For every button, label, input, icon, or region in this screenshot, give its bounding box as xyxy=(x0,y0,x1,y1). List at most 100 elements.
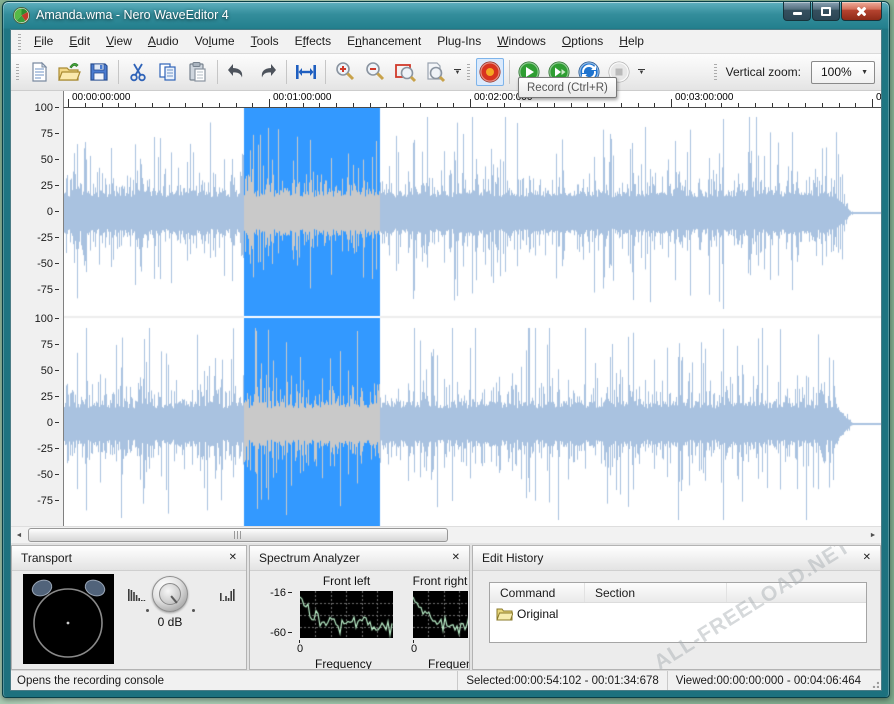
ruler-label: 00:01:00:000 xyxy=(273,92,331,103)
jog-wheel-icon xyxy=(23,574,114,664)
save-button[interactable] xyxy=(85,58,113,86)
folder-icon xyxy=(496,607,513,621)
scale-label: -75 xyxy=(37,284,59,296)
vertical-zoom-value: 100% xyxy=(821,65,852,79)
toolbar-separator xyxy=(217,60,218,84)
menu-gripper[interactable] xyxy=(18,34,21,50)
menu-edit[interactable]: Edit xyxy=(61,31,98,52)
scale-label: 25 xyxy=(41,391,59,403)
zoom-document-button[interactable] xyxy=(421,58,449,86)
undo-button[interactable] xyxy=(223,58,251,86)
history-column-command[interactable]: Command xyxy=(490,583,585,602)
menu-view[interactable]: View xyxy=(98,31,140,52)
record-button[interactable] xyxy=(476,58,504,86)
zoom-selection-button[interactable] xyxy=(391,58,419,86)
title-bar[interactable]: Amanda.wma - Nero WaveEditor 4 xyxy=(3,2,889,29)
spectrum-channel-label-right: Front right xyxy=(407,574,470,588)
ruler-tick xyxy=(102,103,103,107)
paste-icon xyxy=(187,61,209,83)
menu-tools[interactable]: Tools xyxy=(243,31,287,52)
copy-button[interactable] xyxy=(154,58,182,86)
toolbar-separator xyxy=(286,60,287,84)
history-close-button[interactable]: ✕ xyxy=(863,553,871,563)
status-bar: Opens the recording console Selected:00:… xyxy=(11,670,881,690)
zoom-in-button[interactable] xyxy=(331,58,359,86)
transport-overflow-button[interactable]: ▼ xyxy=(634,58,649,86)
spectrum-chart-front-right xyxy=(413,591,468,638)
edit-history-panel: Edit History ✕ Command Section Original xyxy=(472,545,881,670)
horizontal-scrollbar[interactable]: ◄ ► xyxy=(11,526,881,543)
menu-windows[interactable]: Windows xyxy=(489,31,554,52)
menu-bar: FileEditViewAudioVolumeToolsEffectsEnhan… xyxy=(11,30,881,54)
ruler-tick xyxy=(654,103,655,107)
spectrum-ytick-top: -16 xyxy=(266,587,292,599)
menu-volume[interactable]: Volume xyxy=(187,31,243,52)
ruler-tick xyxy=(571,103,572,107)
spectrum-close-button[interactable]: ✕ xyxy=(452,553,460,563)
menu-help[interactable]: Help xyxy=(611,31,652,52)
menu-enhancement[interactable]: Enhancement xyxy=(339,31,429,52)
menu-options[interactable]: Options xyxy=(554,31,611,52)
minimize-button[interactable] xyxy=(783,2,811,21)
close-button[interactable] xyxy=(841,2,882,21)
menu-file[interactable]: File xyxy=(26,31,61,52)
cut-button[interactable] xyxy=(124,58,152,86)
history-table-header: Command Section xyxy=(490,583,866,603)
menu-effects[interactable]: Effects xyxy=(287,31,339,52)
history-panel-titlebar[interactable]: Edit History ✕ xyxy=(473,546,880,571)
maximize-icon xyxy=(821,7,831,16)
transport-panel-titlebar[interactable]: Transport ✕ xyxy=(12,546,246,571)
new-file-button[interactable] xyxy=(25,58,53,86)
resize-grip[interactable] xyxy=(869,671,881,690)
spectrum-panel-body: Front left Front right -16 -60 0 0 Frequ… xyxy=(250,571,469,669)
history-panel-title: Edit History xyxy=(482,551,543,565)
ruler-tick xyxy=(688,103,689,107)
timeline-ruler[interactable]: 00:00:00:00000:01:00:00000:02:00:00000:0… xyxy=(63,91,881,108)
ruler-tick xyxy=(252,103,253,107)
spectrum-xlabel-left: Frequency xyxy=(315,657,372,670)
maximize-button[interactable] xyxy=(812,2,840,21)
volume-knob[interactable] xyxy=(152,576,188,612)
ruler-tick xyxy=(202,103,203,107)
ruler-tick xyxy=(554,103,555,107)
history-column-section[interactable]: Section xyxy=(585,583,727,602)
spectrum-panel-title: Spectrum Analyzer xyxy=(259,551,360,565)
ruler-tick xyxy=(621,103,622,107)
spectrum-panel-titlebar[interactable]: Spectrum Analyzer ✕ xyxy=(250,546,469,571)
ruler-tick xyxy=(520,103,521,107)
wave-row: 1007550250-25-50-751007550250-25-50-75 xyxy=(11,108,881,526)
menu-plugins[interactable]: Plug-Ins xyxy=(429,31,489,52)
toolbar-overflow-button[interactable]: ▼ xyxy=(450,58,465,86)
zoom-in-icon xyxy=(333,60,357,84)
history-column-extra[interactable] xyxy=(727,583,866,602)
zoom-out-button[interactable] xyxy=(361,58,389,86)
open-file-button[interactable] xyxy=(55,58,83,86)
vertical-zoom-select[interactable]: 100% ▼ xyxy=(811,61,875,84)
ruler-tick xyxy=(336,103,337,107)
menu-audio[interactable]: Audio xyxy=(140,31,187,52)
ruler-tick xyxy=(303,103,304,107)
transport-close-button[interactable]: ✕ xyxy=(229,553,237,563)
ruler-tick xyxy=(68,99,69,107)
ruler-tick xyxy=(738,103,739,107)
toolbar-gripper-2[interactable] xyxy=(467,64,470,80)
ruler-tick xyxy=(437,103,438,107)
window-controls xyxy=(782,2,882,21)
client-area: FileEditViewAudioVolumeToolsEffectsEnhan… xyxy=(10,29,882,691)
ruler-tick xyxy=(822,103,823,107)
scrollbar-thumb[interactable] xyxy=(28,528,448,542)
toolbar-gripper-1[interactable] xyxy=(16,64,19,80)
scroll-left-button[interactable]: ◄ xyxy=(11,527,27,543)
waveform-canvas[interactable] xyxy=(64,108,881,526)
scale-label: 100 xyxy=(35,102,59,114)
toolbar-gripper-3[interactable] xyxy=(714,64,717,80)
waveform-view[interactable] xyxy=(63,108,881,526)
jog-wheel[interactable] xyxy=(23,574,114,664)
redo-button[interactable] xyxy=(253,58,281,86)
ruler-tick xyxy=(537,103,538,107)
history-row-original[interactable]: Original xyxy=(490,603,866,624)
paste-button[interactable] xyxy=(184,58,212,86)
scroll-right-button[interactable]: ► xyxy=(865,527,881,543)
fit-width-button[interactable] xyxy=(292,58,320,86)
meter-right-icon xyxy=(220,588,236,606)
